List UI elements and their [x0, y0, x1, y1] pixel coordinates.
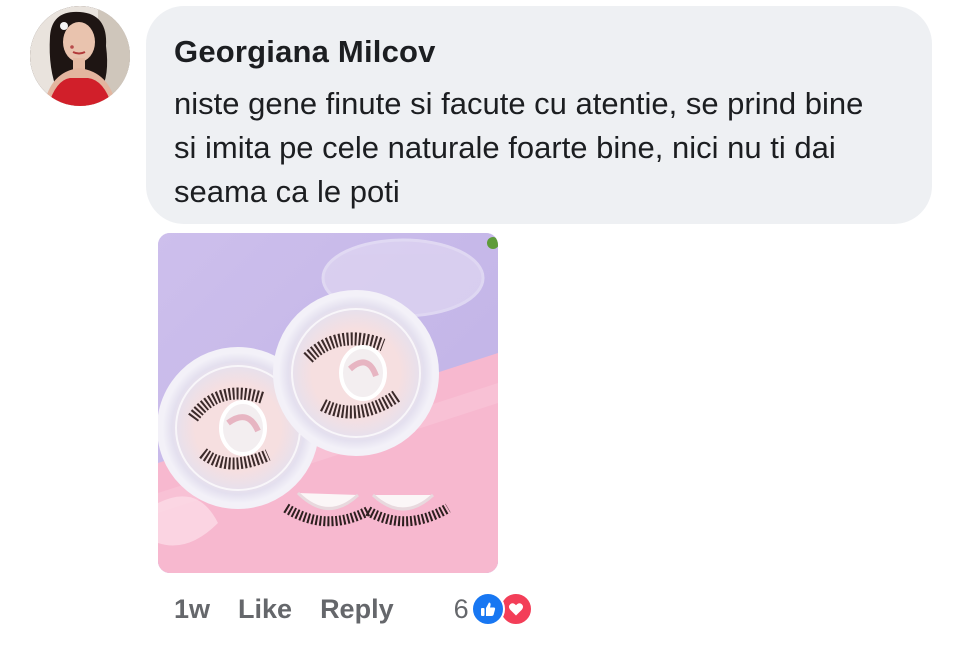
comment-text: niste gene finute si facute cu atentie, … [174, 86, 864, 209]
timestamp-link[interactable]: 1w [174, 594, 210, 625]
comment-item: Georgiana Milcov niste gene finute si fa… [0, 0, 953, 648]
comment-actions: 1w Like Reply 6 [174, 589, 533, 629]
reaction-summary[interactable]: 6 [454, 592, 533, 626]
reaction-count: 6 [453, 593, 469, 624]
like-button[interactable]: Like [238, 594, 292, 625]
avatar[interactable] [30, 6, 130, 106]
comment-bubble: Georgiana Milcov niste gene finute si fa… [146, 6, 932, 224]
like-reaction-icon [470, 592, 505, 626]
reply-button[interactable]: Reply [320, 594, 394, 625]
attached-photo[interactable] [158, 233, 498, 573]
comment-author[interactable]: Georgiana Milcov [174, 32, 904, 72]
